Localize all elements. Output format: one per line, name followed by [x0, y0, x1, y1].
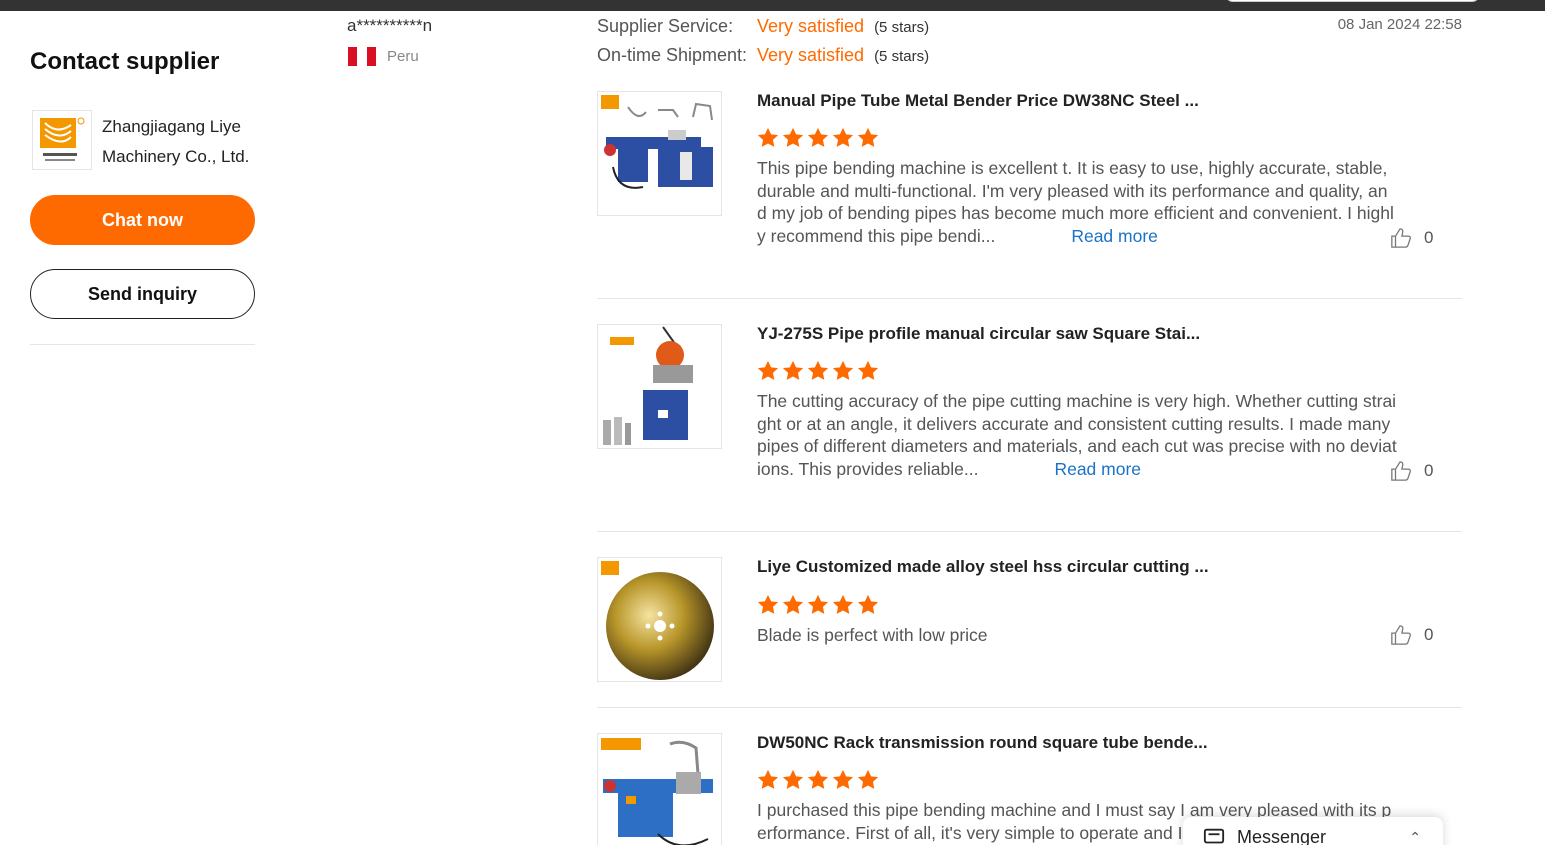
- like-count: 0: [1424, 625, 1434, 644]
- search-input[interactable]: [1225, 0, 1480, 2]
- product-title-link[interactable]: Manual Pipe Tube Metal Bender Price DW38…: [757, 91, 1199, 111]
- supplier-card[interactable]: Zhangjiagang Liye Machinery Co., Ltd.: [32, 110, 257, 170]
- divider: [597, 707, 1462, 708]
- star-icon: [807, 769, 829, 789]
- star-icon: [757, 594, 779, 614]
- chat-now-button[interactable]: Chat now: [30, 195, 255, 245]
- saw-blade-image[interactable]: [597, 557, 722, 682]
- rating-note: (5 stars): [874, 19, 930, 36]
- read-more-link[interactable]: Read more: [1054, 459, 1141, 479]
- review-text: The cutting accuracy of the pipe cutting…: [757, 390, 1397, 480]
- review-text: Blade is perfect with low price: [757, 624, 1397, 647]
- reviewer-name: a**********n: [347, 16, 433, 35]
- thumbs-up-icon[interactable]: [1390, 227, 1412, 249]
- supplier-logo[interactable]: [32, 110, 92, 170]
- rating-note: (5 stars): [874, 48, 930, 65]
- divider: [30, 344, 255, 345]
- star-icon: [757, 769, 779, 789]
- review-text: This pipe bending machine is excellent t…: [757, 157, 1397, 247]
- thumbs-up-icon[interactable]: [1390, 624, 1412, 646]
- peru-flag-icon: [348, 47, 376, 66]
- message-icon: [1203, 828, 1225, 844]
- pipe-bender-image[interactable]: [597, 91, 722, 216]
- circular-saw-image[interactable]: [597, 324, 722, 449]
- like-count: 0: [1424, 228, 1434, 247]
- rating-label: On-time Shipment:: [597, 45, 748, 65]
- top-bar: [0, 0, 1545, 11]
- contact-title: Contact supplier: [30, 48, 220, 75]
- star-icon: [757, 360, 779, 380]
- chevron-up-icon[interactable]: ⌃: [1409, 829, 1421, 845]
- star-icon: [782, 127, 804, 147]
- like-button[interactable]: 0: [1390, 227, 1433, 249]
- review-body: Blade is perfect with low price: [757, 625, 988, 645]
- reviewer-country: Peru: [348, 47, 419, 66]
- product-title-link[interactable]: DW50NC Rack transmission round square tu…: [757, 733, 1208, 753]
- tube-bender-image[interactable]: [597, 733, 722, 845]
- star-icon: [782, 769, 804, 789]
- messenger-widget[interactable]: Messenger ⌃: [1183, 817, 1443, 845]
- product-title-link[interactable]: YJ-275S Pipe profile manual circular saw…: [757, 324, 1200, 344]
- star-icon: [807, 127, 829, 147]
- rating-value: Very satisfied: [757, 16, 865, 36]
- star-icon: [782, 594, 804, 614]
- star-icon: [807, 594, 829, 614]
- star-icon: [857, 360, 879, 380]
- country-label: Peru: [387, 48, 419, 65]
- star-rating: [757, 769, 879, 791]
- star-icon: [857, 127, 879, 147]
- send-inquiry-button[interactable]: Send inquiry: [30, 269, 255, 319]
- like-count: 0: [1424, 461, 1434, 480]
- thumbs-up-icon[interactable]: [1390, 460, 1412, 482]
- supplier-name[interactable]: Zhangjiagang Liye Machinery Co., Ltd.: [102, 112, 262, 172]
- read-more-link[interactable]: Read more: [1071, 226, 1158, 246]
- star-icon: [832, 127, 854, 147]
- star-icon: [832, 769, 854, 789]
- star-icon: [832, 360, 854, 380]
- review-date: 08 Jan 2024 22:58: [1337, 16, 1462, 33]
- star-rating: [757, 594, 879, 616]
- star-icon: [832, 594, 854, 614]
- star-icon: [782, 360, 804, 380]
- star-icon: [857, 769, 879, 789]
- product-title-link[interactable]: Liye Customized made alloy steel hss cir…: [757, 557, 1209, 577]
- star-icon: [807, 360, 829, 380]
- like-button[interactable]: 0: [1390, 460, 1433, 482]
- divider: [597, 298, 1462, 299]
- star-rating: [757, 127, 879, 149]
- star-icon: [857, 594, 879, 614]
- like-button[interactable]: 0: [1390, 624, 1433, 646]
- rating-label: Supplier Service:: [597, 16, 734, 36]
- star-rating: [757, 360, 879, 382]
- rating-value: Very satisfied: [757, 45, 865, 65]
- messenger-label: Messenger: [1237, 826, 1327, 845]
- star-icon: [757, 127, 779, 147]
- divider: [597, 531, 1462, 532]
- rating-on-time-shipment: On-time Shipment: Very satisfied (5 star…: [597, 45, 929, 66]
- rating-supplier-service: Supplier Service: Very satisfied (5 star…: [597, 16, 929, 37]
